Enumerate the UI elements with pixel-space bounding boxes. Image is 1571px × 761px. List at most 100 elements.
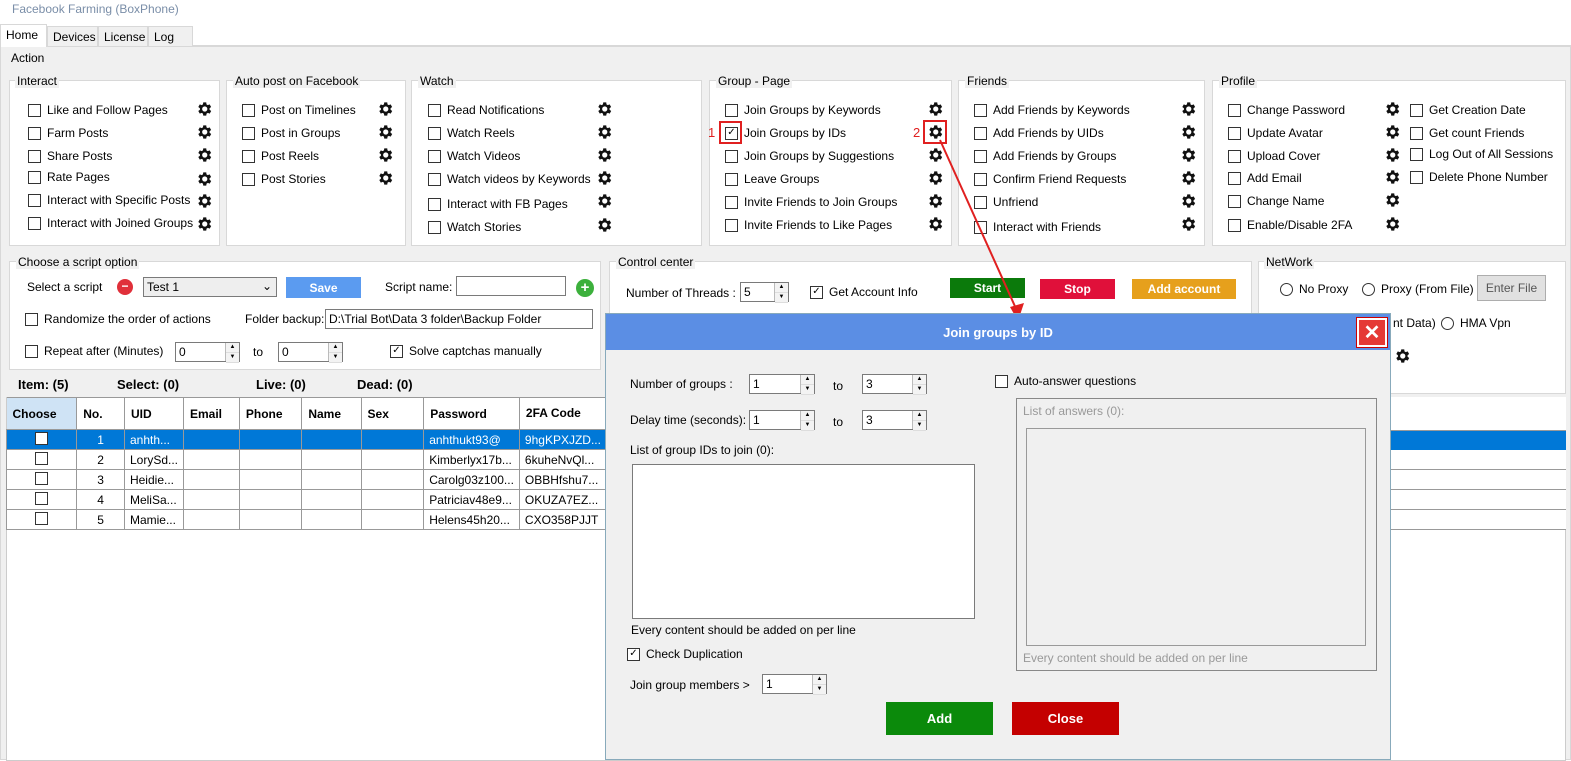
post-timelines-checkbox[interactable]: Post on Timelines [242,101,356,119]
watch-reels-checkbox[interactable]: Watch Reels [428,124,515,142]
add-script-icon[interactable]: + [576,279,594,297]
farm-posts-checkbox[interactable]: Farm Posts [28,124,108,142]
watch-videos-checkbox[interactable]: Watch Videos [428,147,520,165]
gear-icon[interactable] [1179,192,1197,210]
num-groups-to-stepper[interactable]: 3 ▲ ▼ [862,374,927,395]
gear-icon[interactable] [1383,215,1401,233]
repeat-checkbox[interactable]: Repeat after (Minutes) [25,342,163,360]
watch-stories-checkbox[interactable]: Watch Stories [428,218,521,236]
change-name-checkbox[interactable]: Change Name [1228,192,1324,210]
change-password-checkbox[interactable]: Change Password [1228,101,1345,119]
gear-icon[interactable] [1179,146,1197,164]
col-phone[interactable]: Phone [239,397,303,430]
add-friends-keywords-checkbox[interactable]: Add Friends by Keywords [974,101,1130,119]
gear-icon[interactable] [595,169,613,187]
gear-icon[interactable] [595,216,613,234]
tab-home[interactable]: Home [0,24,47,47]
col-no[interactable]: No. [76,397,125,430]
gear-icon[interactable] [595,146,613,164]
no-proxy-radio[interactable]: No Proxy [1280,280,1348,298]
interact-joined-groups-checkbox[interactable]: Interact with Joined Groups [28,214,193,232]
delay-to-stepper[interactable]: 3 ▲ ▼ [862,410,927,431]
post-groups-checkbox[interactable]: Post in Groups [242,124,340,142]
script-name-input[interactable] [456,276,566,296]
gear-icon[interactable] [1383,100,1401,118]
remove-script-icon[interactable]: − [117,279,133,295]
delay-from-stepper[interactable]: 1 ▲ ▼ [749,410,815,431]
hma-vpn-radio[interactable]: HMA Vpn [1441,314,1511,332]
stop-button[interactable]: Stop [1040,279,1115,299]
gear-icon[interactable] [595,192,613,210]
join-groups-keywords-checkbox[interactable]: Join Groups by Keywords [725,101,881,119]
num-groups-from-stepper[interactable]: 1 ▲ ▼ [749,374,815,395]
close-button[interactable]: Close [1012,702,1119,735]
gear-icon[interactable] [595,100,613,118]
folder-backup-input[interactable]: D:\Trial Bot\Data 3 folder\Backup Folder [325,309,593,329]
delete-phone-checkbox[interactable]: Delete Phone Number [1410,168,1548,186]
gear-icon[interactable] [1179,100,1197,118]
join-groups-ids-checkbox[interactable]: ✓ Join Groups by IDs [725,124,846,142]
gear-icon[interactable] [195,123,213,141]
rate-pages-checkbox[interactable]: Rate Pages [28,168,110,186]
table-row[interactable]: 3 Heidie... Carolg03z100... OBBHfshu7... [5,469,608,490]
proxy-file-radio[interactable]: Proxy (From File) [1362,280,1474,298]
join-members-stepper[interactable]: 1 ▲ ▼ [762,674,827,695]
script-select[interactable]: Test 1 ⌄ [143,277,277,297]
table-row[interactable]: 1 anhth... anhthukt93@ 9hgKPXJZD... [5,429,608,450]
gear-icon[interactable] [1179,123,1197,141]
gear-icon[interactable] [195,170,213,188]
gear-icon[interactable] [376,169,394,187]
join-groups-suggestions-checkbox[interactable]: Join Groups by Suggestions [725,147,894,165]
gear-icon[interactable] [195,192,213,210]
table-row[interactable]: 2 LorySd... Kimberlyx17b... 6kuheNvQl... [5,449,608,470]
post-reels-checkbox[interactable]: Post Reels [242,147,319,165]
get-count-friends-checkbox[interactable]: Get count Friends [1410,124,1524,142]
update-avatar-checkbox[interactable]: Update Avatar [1228,124,1323,142]
invite-friends-pages-checkbox[interactable]: Invite Friends to Like Pages [725,216,892,234]
gear-icon[interactable] [1179,169,1197,187]
randomize-checkbox[interactable]: Randomize the order of actions [25,310,211,328]
check-duplication-checkbox[interactable]: ✓ Check Duplication [627,645,743,663]
upload-cover-checkbox[interactable]: Upload Cover [1228,147,1320,165]
gear-icon[interactable] [1383,168,1401,186]
gear-icon[interactable] [1383,146,1401,164]
gear-icon[interactable] [1383,191,1401,209]
enter-file-button[interactable]: Enter File [1477,275,1546,301]
post-stories-checkbox[interactable]: Post Stories [242,170,326,188]
watch-videos-keywords-checkbox[interactable]: Watch videos by Keywords [428,170,591,188]
leave-groups-checkbox[interactable]: Leave Groups [725,170,819,188]
get-account-info-checkbox[interactable]: ✓ Get Account Info [810,283,918,301]
gear-icon[interactable] [195,215,213,233]
gear-icon[interactable] [595,123,613,141]
gear-icon[interactable] [1393,347,1411,365]
tab-license[interactable]: License [98,26,148,46]
table-row[interactable]: 5 Mamie... Helens45h20... CXO358PJJT [5,509,608,530]
toggle-2fa-checkbox[interactable]: Enable/Disable 2FA [1228,216,1352,234]
like-follow-pages-checkbox[interactable]: Like and Follow Pages [28,101,168,119]
repeat-to-stepper[interactable]: 0 ▲ ▼ [278,342,343,363]
interact-fb-pages-checkbox[interactable]: Interact with FB Pages [428,195,568,213]
gear-icon[interactable] [195,146,213,164]
table-row[interactable]: 4 MeliSa... Patriciav48e9... OKUZA7EZ... [5,489,608,510]
gear-icon[interactable] [376,146,394,164]
auto-answer-checkbox[interactable]: Auto-answer questions [995,372,1136,390]
solve-captcha-checkbox[interactable]: ✓ Solve captchas manually [390,342,542,360]
gear-icon[interactable] [1179,215,1197,233]
save-button[interactable]: Save [286,277,361,298]
tab-log[interactable]: Log [148,26,193,46]
threads-stepper[interactable]: 5 ▲ ▼ [740,282,789,303]
gear-icon[interactable] [1383,123,1401,141]
col-name[interactable]: Name [301,397,362,430]
add-button[interactable]: Add [886,702,993,735]
interact-specific-posts-checkbox[interactable]: Interact with Specific Posts [28,191,190,209]
col-sex[interactable]: Sex [361,397,425,430]
logout-all-sessions-checkbox[interactable]: Log Out of All Sessions [1410,145,1553,163]
gear-icon[interactable] [376,123,394,141]
close-icon[interactable]: ✕ [1356,317,1388,348]
group-ids-textarea[interactable] [632,464,975,619]
answers-textarea[interactable] [1026,428,1366,646]
gear-icon[interactable] [195,100,213,118]
gear-icon[interactable] [376,100,394,118]
add-account-button[interactable]: Add account [1132,279,1236,299]
col-email[interactable]: Email [183,397,240,430]
